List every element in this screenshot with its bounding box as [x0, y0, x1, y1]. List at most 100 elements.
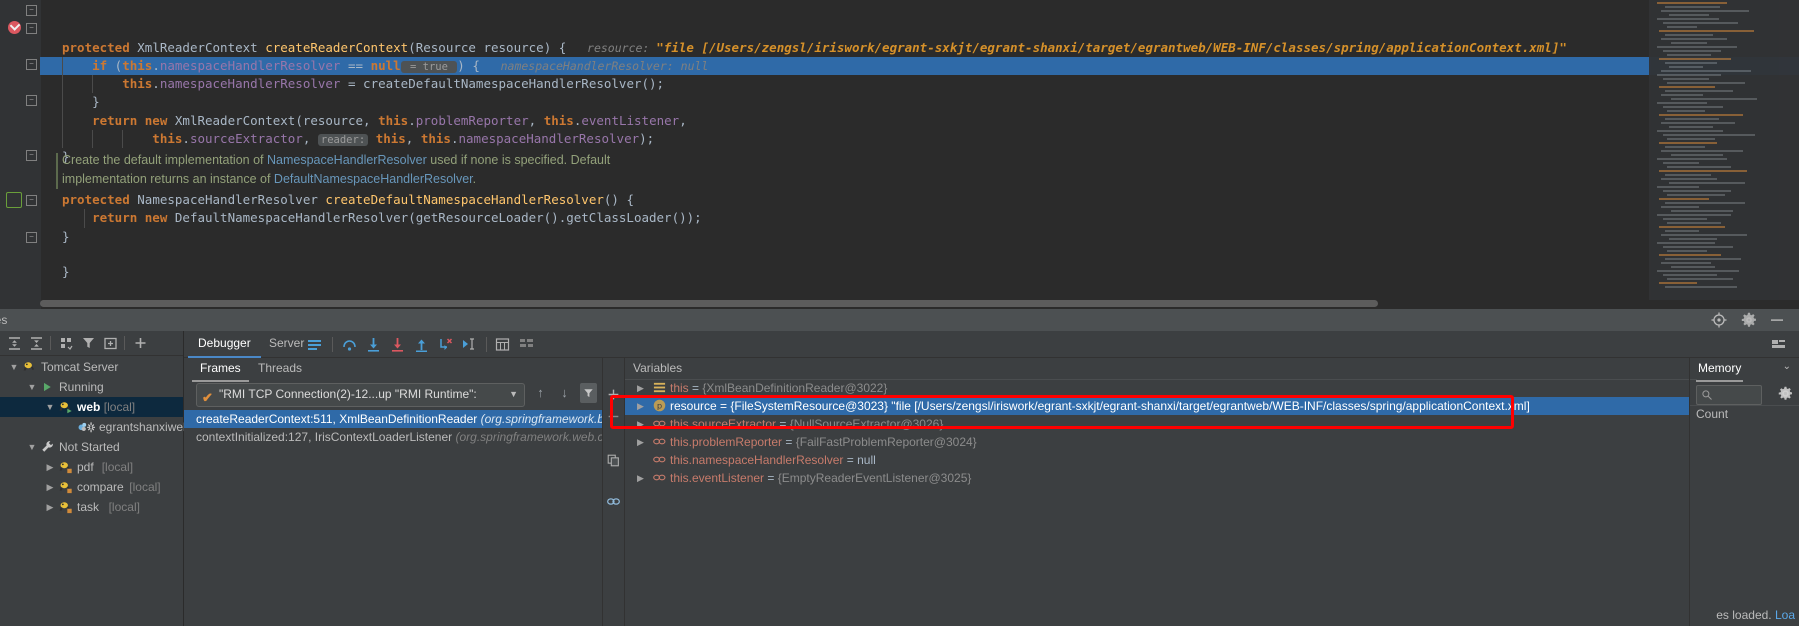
add-icon[interactable] — [132, 335, 149, 352]
frame-row[interactable]: createReaderContext:511, XmlBeanDefiniti… — [184, 410, 602, 428]
chevron-right-icon[interactable]: ▶ — [637, 433, 649, 451]
editor-horizontal-scrollbar[interactable] — [40, 300, 1378, 307]
gear-icon[interactable] — [1741, 312, 1757, 328]
collapse-all-icon[interactable] — [28, 335, 45, 352]
minimap-line — [1667, 138, 1715, 140]
services-tree-item-tomcat-server[interactable]: ▼Tomcat Server — [0, 357, 183, 377]
console-icon[interactable] — [306, 336, 323, 353]
fold-marker-icon[interactable]: − — [26, 232, 37, 243]
force-step-into-icon[interactable] — [389, 336, 406, 353]
settings-layout-icon[interactable] — [1770, 336, 1787, 353]
tab-threads[interactable]: Threads — [250, 357, 310, 380]
frame-row[interactable]: contextInitialized:127, IrisContextLoade… — [184, 428, 602, 446]
step-out-icon[interactable] — [413, 336, 430, 353]
debugger-pane[interactable]: Debugger Server — [184, 331, 1799, 626]
minimap-line — [1665, 62, 1717, 64]
services-tree-item-egrantshanxiwel[interactable]: egrantshanxiwel — [0, 417, 183, 437]
variable-row[interactable]: ▶this.problemReporter = {FailFastProblem… — [625, 433, 1689, 451]
minimap-line — [1663, 274, 1717, 276]
chevron-right-icon[interactable]: ▶ — [637, 415, 649, 433]
layout-settings-icon[interactable] — [518, 336, 535, 353]
chevron-down-icon[interactable]: ▼ — [26, 437, 38, 457]
variable-row[interactable]: this.namespaceHandlerResolver = null — [625, 451, 1689, 469]
services-tree-item-not-started[interactable]: ▼Not Started — [0, 437, 183, 457]
chevron-down-icon[interactable]: ▼ — [8, 357, 20, 377]
variables-list[interactable]: ▶this = {XmlBeanDefinitionReader@3022}▶p… — [625, 379, 1689, 626]
services-tree-item-running[interactable]: ▼Running — [0, 377, 183, 397]
copy-icon[interactable] — [605, 453, 622, 470]
step-over-icon[interactable] — [341, 336, 358, 353]
run-to-cursor-icon[interactable] — [461, 336, 478, 353]
services-tree-item-pdf[interactable]: ▶pdf[local] — [0, 457, 183, 477]
memory-pane[interactable]: Memory ⌄ Count — [1689, 357, 1799, 626]
services-tree-item-label: egrantshanxiwel — [99, 417, 186, 437]
variable-row[interactable]: ▶presource = {FileSystemResource@3023} "… — [625, 397, 1689, 415]
fold-marker-icon[interactable]: − — [26, 95, 37, 106]
memory-search-input[interactable] — [1696, 385, 1762, 405]
services-toolbar[interactable] — [0, 331, 183, 356]
inspect-icon[interactable] — [605, 494, 622, 511]
chevron-right-icon[interactable]: ▶ — [44, 477, 56, 497]
minimap-line — [1663, 162, 1699, 164]
services-tree-item-task[interactable]: ▶task[local] — [0, 497, 183, 517]
services-tool-window[interactable]: vices — [0, 309, 1799, 626]
frame-down-icon[interactable]: ↓ — [556, 383, 573, 403]
chevron-right-icon[interactable]: ▶ — [637, 397, 649, 415]
code-minimap[interactable] — [1649, 0, 1799, 300]
frame-up-icon[interactable]: ↑ — [532, 383, 549, 403]
fold-marker-icon[interactable]: − — [26, 150, 37, 161]
memory-gear-icon[interactable] — [1778, 386, 1793, 401]
fold-marker-icon[interactable]: − — [26, 5, 37, 16]
locate-icon[interactable] — [1711, 312, 1727, 328]
chevron-right-icon[interactable]: ▶ — [637, 469, 649, 487]
chevron-down-icon[interactable]: ▼ — [509, 384, 518, 405]
drop-frame-icon[interactable] — [437, 336, 454, 353]
frames-filter-icon[interactable] — [580, 383, 597, 403]
chevron-right-icon[interactable]: ▶ — [44, 497, 56, 517]
memory-count-column-header[interactable]: Count — [1696, 407, 1728, 421]
field-icon — [653, 417, 670, 431]
editor-gutter[interactable]: − − − − − − − — [0, 0, 41, 309]
status-link[interactable]: Loa — [1775, 608, 1795, 622]
tab-frames[interactable]: Frames — [192, 357, 249, 382]
variable-row[interactable]: ▶this = {XmlBeanDefinitionReader@3022} — [625, 379, 1689, 397]
variable-row[interactable]: ▶this.eventListener = {EmptyReaderEventL… — [625, 469, 1689, 487]
memory-title[interactable]: Memory — [1696, 357, 1743, 382]
variables-pane[interactable]: Variables ▶this = {XmlBeanDefinitionRead… — [625, 357, 1689, 626]
javadoc-link[interactable]: NamespaceHandlerResolver — [267, 153, 427, 167]
filter-icon[interactable] — [80, 335, 97, 352]
step-into-icon[interactable] — [365, 336, 382, 353]
services-tree-pane[interactable]: ▼Tomcat Server▼Running▼web[local]egrants… — [0, 331, 184, 626]
code-method-2[interactable]: protected NamespaceHandlerResolver creat… — [62, 191, 702, 246]
services-tree[interactable]: ▼Tomcat Server▼Running▼web[local]egrants… — [0, 357, 183, 626]
add-tab-icon[interactable] — [102, 335, 119, 352]
frames-list[interactable]: createReaderContext:511, XmlBeanDefiniti… — [184, 410, 602, 626]
remove-watch-icon[interactable] — [605, 409, 622, 426]
chevron-down-icon[interactable]: ▼ — [26, 377, 38, 397]
group-by-icon[interactable] — [58, 335, 75, 352]
fold-marker-icon[interactable]: − — [26, 59, 37, 70]
chevron-down-icon[interactable]: ⌄ — [1783, 361, 1791, 372]
override-method-icon[interactable] — [6, 192, 22, 208]
add-watch-icon[interactable] — [605, 387, 622, 404]
fold-marker-icon[interactable]: − — [26, 195, 37, 206]
thread-selector[interactable]: ✔ "RMI TCP Connection(2)-12...up "RMI Ru… — [196, 383, 525, 407]
minimize-icon[interactable] — [1769, 312, 1785, 328]
chevron-down-icon[interactable]: ▼ — [44, 397, 56, 417]
expand-all-icon[interactable] — [6, 335, 23, 352]
variables-side-toolbar[interactable] — [603, 357, 625, 626]
code-editor[interactable]: − − − − − − − protected XmlReaderContext… — [0, 0, 1799, 309]
frames-tabbar[interactable]: Frames Threads — [184, 357, 602, 381]
services-tree-item-compare[interactable]: ▶compare[local] — [0, 477, 183, 497]
debugger-tabbar[interactable]: Debugger Server — [184, 331, 1799, 358]
frames-pane[interactable]: Frames Threads ✔ "RMI TCP Connection(2)-… — [184, 357, 603, 626]
breakpoint-icon[interactable] — [8, 21, 21, 34]
chevron-right-icon[interactable]: ▶ — [637, 379, 649, 397]
evaluate-expression-icon[interactable] — [494, 336, 511, 353]
fold-marker-icon[interactable]: − — [26, 23, 37, 34]
variable-row[interactable]: ▶this.sourceExtractor = {NullSourceExtra… — [625, 415, 1689, 433]
javadoc-link[interactable]: DefaultNamespaceHandlerResolver — [274, 172, 473, 186]
tab-debugger[interactable]: Debugger — [188, 331, 261, 358]
chevron-right-icon[interactable]: ▶ — [44, 457, 56, 477]
services-tree-item-web[interactable]: ▼web[local] — [0, 397, 183, 417]
